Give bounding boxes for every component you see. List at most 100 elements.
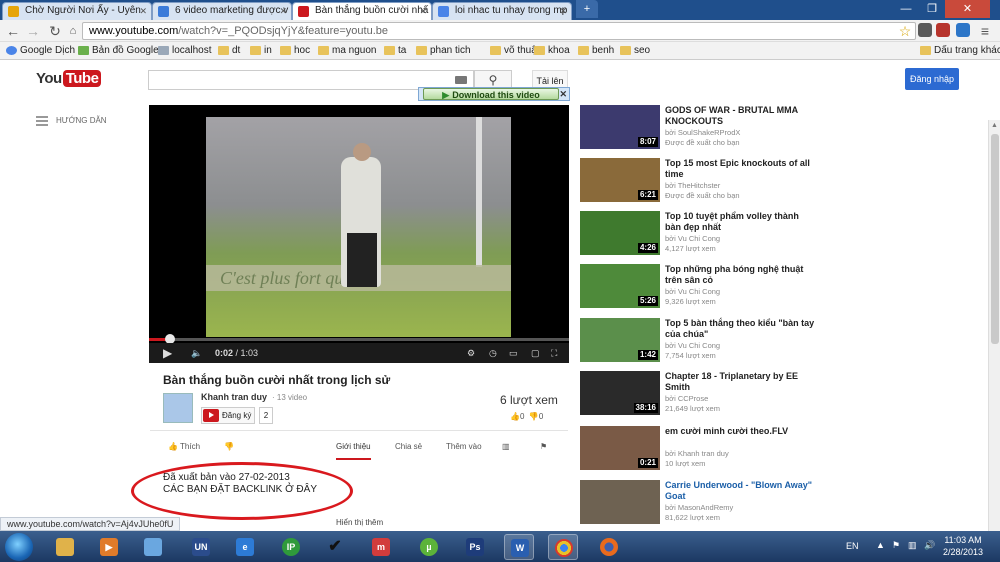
word-taskbar-icon[interactable]: W	[504, 534, 534, 560]
forward-arrow-icon[interactable]: →	[24, 22, 42, 40]
tab-share[interactable]: Chia sẻ	[395, 436, 422, 458]
related-video-item[interactable]: 8:07 GODS OF WAR - BRUTAL MMA KNOCKOUTS bở…	[580, 105, 820, 151]
tab-2[interactable]: 6 video marketing được v ✕	[152, 2, 292, 20]
language-indicator[interactable]: EN	[846, 541, 859, 551]
related-video-title[interactable]: Top 5 bàn thắng theo kiểu "bàn tay của c…	[665, 318, 815, 340]
video-thumbnail[interactable]: 4:26	[580, 211, 660, 255]
bookmark-folder[interactable]: in	[250, 44, 272, 58]
bookmark-folder[interactable]: ma nguon	[318, 44, 376, 58]
address-bar[interactable]: www.youtube.com/watch?v=_PQODsjqYjY&feat…	[82, 22, 916, 40]
video-thumbnail[interactable]: 5:26	[580, 264, 660, 308]
bookmark-folder[interactable]: dt	[218, 44, 240, 58]
menu-icon[interactable]: ≡	[976, 22, 994, 40]
video-player[interactable]: C'est plus fort que toi ▶ 🔈 0:02 / 1:03 …	[149, 105, 569, 363]
tab-3-active[interactable]: Bàn thắng buồn cười nhấ ✕	[292, 2, 432, 20]
scrollbar[interactable]: ▲ ▼	[988, 120, 1000, 562]
scroll-up-arrow-icon[interactable]: ▲	[991, 122, 998, 129]
tab-4[interactable]: loi nhac tu nhay trong mp ✕	[432, 2, 572, 20]
keyboard-icon[interactable]	[455, 76, 467, 84]
large-player-icon[interactable]: ▢	[531, 343, 540, 363]
media-player-taskbar-icon[interactable]: ▶	[94, 534, 124, 560]
photoshop-taskbar-icon[interactable]: Ps	[460, 534, 490, 560]
close-icon[interactable]: ✕	[559, 88, 567, 100]
channel-name[interactable]: Khanh tran duy	[201, 392, 267, 402]
flag-icon[interactable]: ⚑	[540, 436, 547, 458]
related-video-item[interactable]: 0:21 em cười minh cười theo.FLV bởi Khanh …	[580, 426, 820, 472]
volume-icon[interactable]: 🔈	[191, 343, 202, 363]
volume-icon[interactable]: 🔊	[924, 540, 935, 551]
star-icon[interactable]: ☆	[896, 22, 914, 40]
bookmark-item[interactable]: localhost	[158, 44, 211, 58]
extension-icon[interactable]	[956, 23, 970, 37]
related-video-title[interactable]: Chapter 18 - Triplanetary by EE Smith	[665, 371, 815, 393]
related-video-item[interactable]: 5:26 Top những pha bóng nghệ thuật trên s…	[580, 264, 820, 310]
network-icon[interactable]: ▥	[908, 540, 917, 551]
bookmark-folder[interactable]: benh	[578, 44, 614, 58]
bookmark-folder[interactable]: võ thuật	[490, 44, 540, 58]
scrollbar-thumb[interactable]	[991, 134, 999, 344]
paint-taskbar-icon[interactable]	[138, 534, 168, 560]
firefox-taskbar-icon[interactable]	[594, 534, 624, 560]
related-video-item[interactable]: 38:16 Chapter 18 - Triplanetary by EE Smi…	[580, 371, 820, 417]
related-video-item[interactable]: Carrie Underwood - "Blown Away" Goat bởi …	[580, 480, 820, 526]
guide-button[interactable]: HƯỚNG DẪN	[36, 116, 107, 126]
related-video-author[interactable]: bởi Vu Chi Cong	[665, 287, 815, 297]
download-video-button[interactable]: Download this video	[423, 88, 559, 100]
related-video-author[interactable]: bởi MasonAndRemy	[665, 503, 815, 513]
related-video-author[interactable]: bởi CCProse	[665, 394, 815, 404]
dislike-button[interactable]: 👎	[224, 436, 234, 458]
video-frame[interactable]: C'est plus fort que toi	[206, 117, 511, 337]
tray-expand-icon[interactable]: ▲	[876, 540, 885, 550]
tab-1[interactable]: Chờ Người Nơi Ấy - Uyên ✕	[2, 2, 152, 20]
video-thumbnail[interactable]: 8:07	[580, 105, 660, 149]
back-arrow-icon[interactable]: ←	[4, 22, 22, 40]
explorer-taskbar-icon[interactable]	[50, 534, 80, 560]
bookmark-folder[interactable]: ta	[384, 44, 406, 58]
chrome-taskbar-icon[interactable]	[548, 534, 578, 560]
minimize-button[interactable]: —	[893, 0, 919, 18]
flag-icon[interactable]: ⚑	[892, 540, 900, 551]
clock[interactable]: 11:03 AM 2/28/2013	[938, 534, 988, 558]
stats-icon[interactable]: ▥	[502, 436, 510, 458]
unikey-taskbar-icon[interactable]: UN	[186, 534, 216, 560]
checkmark-taskbar-icon[interactable]: ✔	[320, 534, 350, 560]
close-icon[interactable]: ✕	[139, 3, 147, 19]
settings-gear-icon[interactable]: ⚙	[467, 343, 475, 363]
related-video-item[interactable]: 6:21 Top 15 most Epic knockouts of all ti…	[580, 158, 820, 204]
new-tab-button[interactable]: +	[576, 0, 598, 18]
related-video-title[interactable]: Top những pha bóng nghệ thuật trên sân c…	[665, 264, 815, 286]
related-video-title[interactable]: Top 15 most Epic knockouts of all time	[665, 158, 815, 180]
channel-avatar[interactable]	[163, 393, 193, 423]
bookmark-item[interactable]: Bản đồ Google	[78, 44, 159, 58]
other-bookmarks[interactable]: Dấu trang khác	[920, 44, 1000, 58]
security-taskbar-icon[interactable]: IP	[276, 534, 306, 560]
bookmark-folder[interactable]: seo	[620, 44, 650, 58]
close-icon[interactable]: ✕	[419, 3, 427, 19]
bookmark-folder[interactable]: khoa	[534, 44, 570, 58]
like-button[interactable]: 👍 Thích	[168, 436, 200, 458]
extension-icon[interactable]	[918, 23, 932, 37]
play-icon[interactable]: ▶	[163, 343, 172, 363]
internet-explorer-taskbar-icon[interactable]: e	[230, 534, 260, 560]
close-icon[interactable]: ✕	[279, 3, 287, 19]
video-thumbnail[interactable]	[580, 480, 660, 524]
tab-add-to[interactable]: Thêm vào	[446, 436, 482, 458]
related-video-title[interactable]: Top 10 tuyệt phẩm volley thành bàn đẹp n…	[665, 211, 815, 233]
show-more-link[interactable]: Hiển thị thêm	[336, 518, 383, 527]
subscribe-button[interactable]: Đăng ký	[201, 407, 255, 424]
close-icon[interactable]: ✕	[559, 3, 567, 19]
video-thumbnail[interactable]: 0:21	[580, 426, 660, 470]
related-video-author[interactable]: bởi TheHitchster	[665, 181, 815, 191]
video-thumbnail[interactable]: 38:16	[580, 371, 660, 415]
progress-bar[interactable]	[149, 334, 569, 344]
related-video-item[interactable]: 4:26 Top 10 tuyệt phẩm volley thành bàn đ…	[580, 211, 820, 257]
extension-icon[interactable]	[936, 23, 950, 37]
tab-about[interactable]: Giới thiệu	[336, 436, 371, 460]
bookmark-folder[interactable]: phan tich	[416, 44, 471, 58]
related-video-title[interactable]: Carrie Underwood - "Blown Away" Goat	[665, 480, 815, 502]
home-icon[interactable]: ⌂	[64, 22, 82, 40]
related-video-item[interactable]: 1:42 Top 5 bàn thắng theo kiểu "bàn tay c…	[580, 318, 820, 364]
theater-mode-icon[interactable]: ▭	[509, 343, 518, 363]
related-video-author[interactable]: bởi Khanh tran duy	[665, 449, 815, 459]
maximize-button[interactable]: ❐	[919, 0, 945, 18]
